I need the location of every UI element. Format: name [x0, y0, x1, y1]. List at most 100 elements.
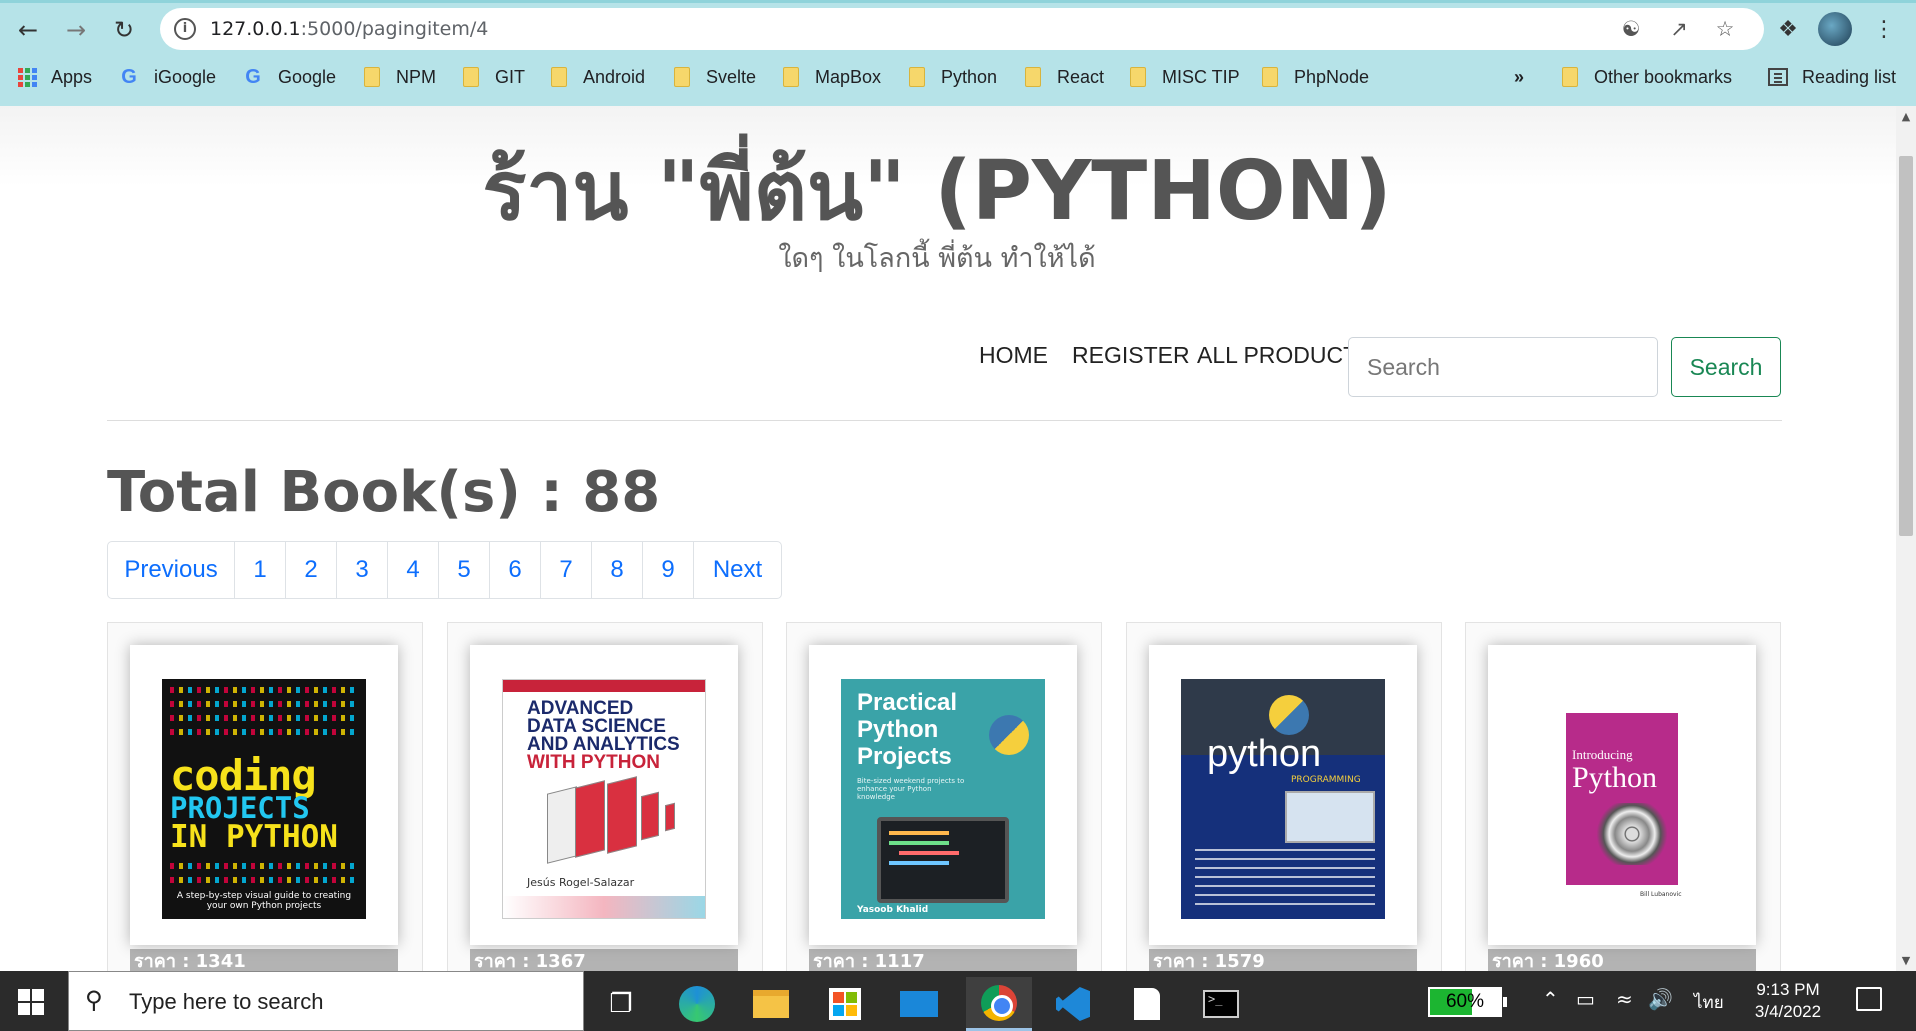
reload-icon[interactable]: ↻ — [106, 12, 142, 48]
pagination-page[interactable]: 7 — [540, 542, 591, 598]
language-indicator[interactable]: ไทย — [1694, 989, 1724, 1016]
cover-band — [503, 680, 705, 692]
translate-icon[interactable]: ☯ — [1618, 16, 1644, 42]
bookmark-apps[interactable]: Apps — [18, 64, 92, 90]
extensions-icon[interactable]: ❖ — [1770, 12, 1806, 48]
book-cover-image[interactable]: coding PROJECTS IN PYTHON A step-by-step… — [162, 679, 366, 919]
battery-indicator[interactable]: 60% — [1428, 987, 1507, 1017]
scroll-down-arrow-icon[interactable]: ▼ — [1900, 954, 1912, 967]
taskbar-clock[interactable]: 9:13 PM 3/4/2022 — [1740, 979, 1836, 1023]
cover-pattern — [170, 877, 358, 883]
profile-avatar[interactable] — [1818, 12, 1852, 46]
google-icon: G — [121, 66, 137, 88]
book-cover-image[interactable]: Introducing Python Bill Lubanovic — [1520, 679, 1724, 919]
menu-dots-icon[interactable]: ⋮ — [1866, 12, 1902, 48]
share-icon[interactable]: ↗ — [1666, 16, 1692, 42]
reading-list[interactable]: Reading list — [1768, 64, 1896, 90]
cover-title: python — [1207, 733, 1322, 775]
book-cover-image[interactable]: ADVANCED DATA SCIENCE AND ANALYTICS WITH… — [502, 679, 706, 919]
nav-all-product-link[interactable]: ALL PRODUCT — [1197, 342, 1357, 372]
edge-icon[interactable] — [664, 977, 730, 1031]
book-cover-image[interactable]: Practical Python Projects Bite-sized wee… — [841, 679, 1045, 919]
site-info-icon[interactable]: i — [174, 18, 196, 40]
folder-icon — [1262, 67, 1278, 87]
notification-icon[interactable] — [1856, 987, 1882, 1011]
file-explorer-icon[interactable] — [738, 977, 804, 1031]
pagination-page[interactable]: 9 — [642, 542, 693, 598]
book-price: ราคา : 1341 — [130, 949, 398, 971]
book-card[interactable]: Practical Python Projects Bite-sized wee… — [786, 622, 1102, 971]
pagination-next[interactable]: Next — [693, 542, 781, 598]
task-view-icon[interactable]: ❐ — [588, 977, 654, 1031]
book-price: ราคา : 1960 — [1488, 949, 1756, 971]
bookmark-igoogle[interactable]: GiGoogle — [118, 64, 216, 90]
bookmark-label: Google — [278, 66, 337, 87]
bookmark-misc-tip[interactable]: MISC TIP — [1130, 64, 1240, 90]
bookmarks-overflow-chevron[interactable]: » — [1514, 64, 1524, 90]
search-icon: ⚲ — [85, 986, 103, 1014]
scrollbar-thumb[interactable] — [1899, 156, 1913, 536]
book-price: ราคา : 1367 — [470, 949, 738, 971]
pagination-page[interactable]: 8 — [591, 542, 642, 598]
bookmark-python[interactable]: Python — [909, 64, 997, 90]
book-price: ราคา : 1579 — [1149, 949, 1417, 971]
forward-icon[interactable]: → — [58, 12, 94, 48]
windows-taskbar: ⚲ Type here to search ❐ >_ 60% ⌃ ▭ ≈ 🔊 ไ… — [0, 971, 1916, 1031]
back-icon[interactable]: ← — [10, 12, 46, 48]
volume-icon[interactable]: 🔊 — [1648, 987, 1673, 1011]
wifi-icon[interactable]: ≈ — [1616, 987, 1633, 1011]
pagination-previous[interactable]: Previous — [108, 542, 234, 598]
url-text[interactable]: 127.0.0.1:5000/pagingitem/4 — [210, 18, 488, 40]
bookmark-label: iGoogle — [154, 66, 217, 87]
bookmark-android[interactable]: Android — [551, 64, 645, 90]
pagination-page[interactable]: 3 — [336, 542, 387, 598]
nav-register-link[interactable]: REGISTER — [1072, 342, 1190, 372]
terminal-icon[interactable]: >_ — [1188, 977, 1254, 1031]
book-card[interactable]: coding PROJECTS IN PYTHON A step-by-step… — [107, 622, 423, 971]
book-card[interactable]: ADVANCED DATA SCIENCE AND ANALYTICS WITH… — [447, 622, 763, 971]
book-cover-image[interactable]: python PROGRAMMING — [1181, 679, 1385, 919]
cover-title-line: Python — [857, 716, 939, 743]
page-scrollbar[interactable]: ▲ ▼ — [1896, 106, 1916, 971]
pagination-page[interactable]: 4 — [387, 542, 438, 598]
tray-chevron-up-icon[interactable]: ⌃ — [1542, 987, 1559, 1011]
bookmark-label: PhpNode — [1294, 66, 1370, 87]
cover-art-layer — [665, 802, 675, 832]
web-page: ร้าน "พี่ต้น" (PYTHON) ใดๆ ในโลกนี้ พี่ต… — [0, 106, 1896, 971]
bookmark-star-icon[interactable]: ☆ — [1712, 16, 1738, 42]
cover-pattern — [170, 715, 358, 721]
folder-icon — [1130, 67, 1146, 87]
bookmark-react[interactable]: React — [1025, 64, 1104, 90]
book-cover-frame: Practical Python Projects Bite-sized wee… — [809, 645, 1077, 945]
nav-home-link[interactable]: HOME — [979, 342, 1048, 372]
pagination-page[interactable]: 5 — [438, 542, 489, 598]
bookmark-npm[interactable]: NPM — [364, 64, 436, 90]
book-card[interactable]: Introducing Python Bill Lubanovic ราคา :… — [1465, 622, 1781, 971]
notepad-icon[interactable] — [1114, 977, 1180, 1031]
vscode-icon[interactable] — [1040, 977, 1106, 1031]
scroll-up-arrow-icon[interactable]: ▲ — [1900, 110, 1912, 123]
store-icon[interactable] — [812, 977, 878, 1031]
folder-icon — [1562, 67, 1578, 87]
bookmark-mapbox[interactable]: MapBox — [783, 64, 881, 90]
bookmark-phpnode[interactable]: PhpNode — [1262, 64, 1369, 90]
bookmark-git[interactable]: GIT — [463, 64, 525, 90]
taskbar-search-box[interactable]: ⚲ Type here to search — [68, 971, 584, 1031]
cover-pattern — [170, 729, 358, 735]
bookmark-svelte[interactable]: Svelte — [674, 64, 756, 90]
bookmark-label: MISC TIP — [1162, 66, 1240, 87]
bookmark-google[interactable]: G Google — [242, 64, 336, 90]
pagination-page[interactable]: 2 — [285, 542, 336, 598]
header-divider — [107, 420, 1782, 421]
start-windows-icon[interactable] — [18, 989, 44, 1015]
search-input[interactable] — [1348, 337, 1658, 397]
other-bookmarks[interactable]: Other bookmarks — [1562, 64, 1732, 90]
battery-tray-icon[interactable]: ▭ — [1576, 987, 1595, 1011]
address-bar[interactable]: i 127.0.0.1:5000/pagingitem/4 ☯ ↗ ☆ — [160, 8, 1764, 50]
mail-icon[interactable] — [886, 977, 952, 1031]
pagination-page[interactable]: 1 — [234, 542, 285, 598]
pagination-page[interactable]: 6 — [489, 542, 540, 598]
search-button[interactable]: Search — [1671, 337, 1781, 397]
chrome-icon[interactable] — [966, 977, 1032, 1031]
book-card[interactable]: python PROGRAMMING ราคา : 1579 — [1126, 622, 1442, 971]
